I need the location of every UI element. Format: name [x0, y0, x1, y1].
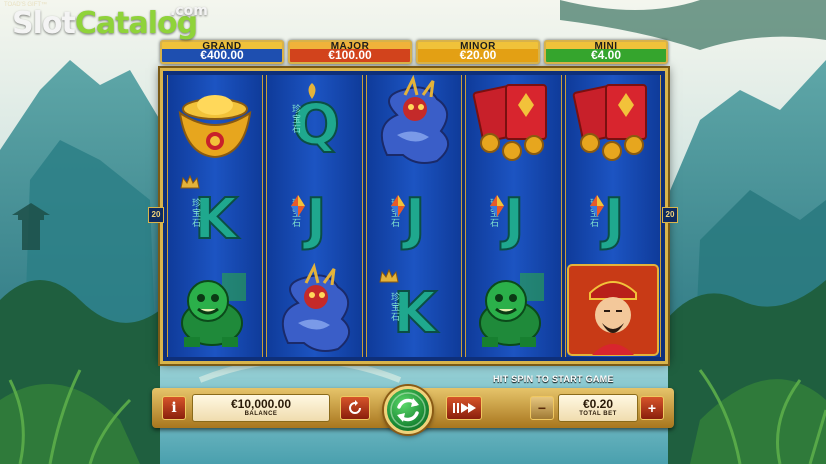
dragon-symbol [367, 75, 461, 169]
turbo-button[interactable] [446, 396, 482, 420]
svg-text:珍宝石: 珍宝石 [292, 103, 301, 135]
spin-hint-text: HIT SPIN TO START GAME [493, 374, 614, 384]
dragon-symbol [267, 263, 361, 357]
jackpot-mini-amount: €4.00 [546, 49, 666, 62]
red-envelope-symbol [566, 75, 660, 169]
spin-arrows-icon [390, 392, 426, 428]
q-symbol: Q 珍宝石 [267, 75, 361, 169]
autoplay-button[interactable] [340, 396, 370, 420]
jackpot-mini: MINI €4.00 [544, 40, 668, 64]
gold-ingot-symbol [168, 75, 262, 169]
info-button[interactable]: i [162, 396, 186, 420]
increase-bet-button[interactable]: + [640, 396, 664, 420]
total-bet-value: €0.20 [582, 397, 614, 411]
reel-4: J 珍宝石 [465, 75, 562, 357]
reel-3: J 珍宝石 K 珍宝石 [365, 75, 463, 357]
jackpot-minor: MINOR €20.00 [416, 40, 540, 64]
jade-lion-symbol [168, 263, 262, 357]
reel-1: K 珍宝石 [167, 75, 264, 357]
decrease-bet-button[interactable]: − [530, 396, 554, 420]
reel-2: Q 珍宝石 J 珍宝石 [266, 75, 363, 357]
fortune-god-symbol [566, 263, 660, 357]
reel-frame: K 珍宝石 Q 珍宝石 J 珍宝石 J 珍宝石 K 珍宝石 [160, 68, 668, 364]
svg-text:K: K [195, 187, 241, 252]
k-symbol: K 珍宝石 [168, 169, 262, 263]
reel-grid: K 珍宝石 Q 珍宝石 J 珍宝石 J 珍宝石 K 珍宝石 [167, 75, 662, 357]
svg-text:K: K [393, 281, 439, 346]
jackpot-grand-amount: €400.00 [162, 49, 282, 62]
j-symbol: J 珍宝石 [566, 169, 660, 263]
j-symbol: J 珍宝石 [466, 169, 560, 263]
jade-lion-symbol [466, 263, 560, 357]
balance-value: €10,000.00 [230, 397, 292, 411]
fast-forward-icon [453, 403, 476, 413]
balance-display: €10,000.00 BALANCE [192, 394, 330, 422]
jackpot-minor-amount: €20.00 [418, 49, 538, 62]
watermark-logo: SlotCatalog .com [12, 3, 208, 41]
jackpot-grand: GRAND €400.00 [160, 40, 284, 64]
payline-count-left: 20 [148, 207, 164, 223]
refresh-icon [349, 400, 361, 414]
watermark-suffix: .com [170, 3, 208, 19]
balance-label: BALANCE [244, 411, 278, 417]
red-envelope-symbol [466, 75, 560, 169]
j-symbol: J 珍宝石 [267, 169, 361, 263]
jackpot-major-amount: €100.00 [290, 49, 410, 62]
game-logo: TOAD'S GIFT™ [4, 2, 48, 8]
watermark-part1: Slot [12, 6, 76, 41]
spin-button[interactable] [384, 386, 432, 434]
total-bet-label: TOTAL BET [579, 411, 617, 417]
reel-5: J 珍宝石 [564, 75, 662, 357]
j-symbol: J 珍宝石 [367, 169, 461, 263]
svg-text:珍宝石: 珍宝石 [391, 291, 400, 323]
svg-text:珍宝石: 珍宝石 [192, 197, 201, 229]
k-symbol: K 珍宝石 [367, 263, 461, 357]
jackpot-major: MAJOR €100.00 [288, 40, 412, 64]
payline-count-right: 20 [662, 207, 678, 223]
total-bet-display: €0.20 TOTAL BET [558, 394, 638, 422]
